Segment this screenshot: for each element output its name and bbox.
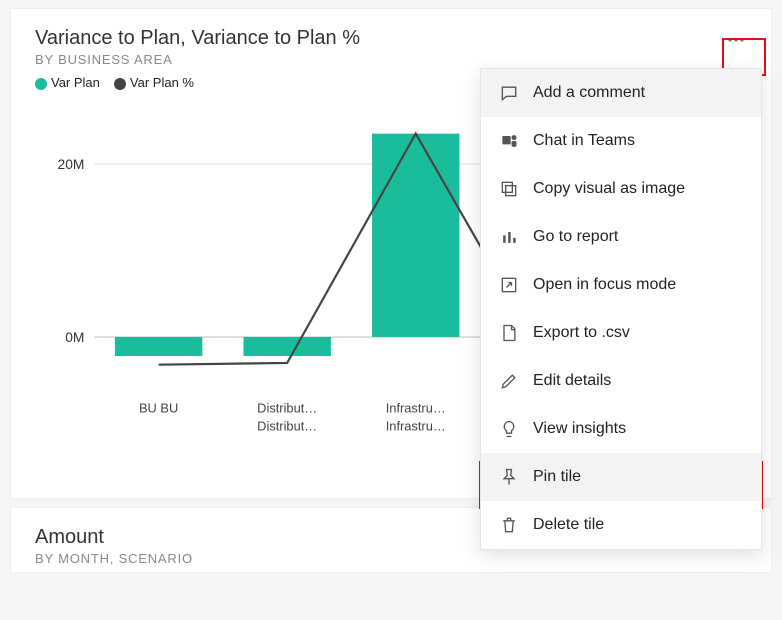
ellipsis-icon — [726, 30, 746, 50]
more-options-button[interactable] — [719, 25, 753, 55]
bar-2[interactable] — [372, 134, 459, 337]
menu-item-label: Delete tile — [533, 516, 604, 534]
menu-item-label: Copy visual as image — [533, 180, 685, 198]
pin-tile-icon — [499, 467, 519, 487]
menu-item-chat-teams[interactable]: Chat in Teams — [481, 117, 761, 165]
menu-item-view-insights[interactable]: View insights — [481, 405, 761, 453]
bar-1[interactable] — [243, 337, 330, 356]
x-tick-label: Infrastru… — [386, 418, 446, 433]
focus-mode-icon — [499, 275, 519, 295]
menu-item-pin-tile[interactable]: Pin tile — [481, 453, 761, 501]
copy-image-icon — [499, 179, 519, 199]
menu-item-label: Export to .csv — [533, 324, 630, 342]
menu-item-edit-details[interactable]: Edit details — [481, 357, 761, 405]
menu-item-label: Go to report — [533, 228, 618, 246]
tile2-subtitle: BY MONTH, SCENARIO — [35, 551, 747, 566]
goto-report-icon — [499, 227, 519, 247]
menu-item-copy-image[interactable]: Copy visual as image — [481, 165, 761, 213]
menu-item-label: Add a comment — [533, 84, 645, 102]
svg-text:20M: 20M — [58, 156, 85, 172]
x-tick-label: BU BU — [139, 401, 178, 416]
menu-item-delete-tile[interactable]: Delete tile — [481, 501, 761, 549]
menu-item-focus-mode[interactable]: Open in focus mode — [481, 261, 761, 309]
legend-swatch-1 — [35, 78, 47, 90]
svg-text:0M: 0M — [65, 329, 84, 345]
menu-item-export-csv[interactable]: Export to .csv — [481, 309, 761, 357]
menu-item-label: Pin tile — [533, 468, 581, 486]
legend-item-var-plan[interactable]: Var Plan — [35, 75, 100, 90]
edit-details-icon — [499, 371, 519, 391]
legend-item-var-plan-pct[interactable]: Var Plan % — [114, 75, 194, 90]
menu-item-label: View insights — [533, 420, 626, 438]
bar-0[interactable] — [115, 337, 202, 356]
chat-teams-icon — [499, 131, 519, 151]
x-tick-label: Distribut… — [257, 418, 317, 433]
tile-title: Variance to Plan, Variance to Plan % — [35, 27, 747, 50]
tile-subtitle: BY BUSINESS AREA — [35, 52, 747, 67]
menu-item-label: Edit details — [533, 372, 611, 390]
menu-item-goto-report[interactable]: Go to report — [481, 213, 761, 261]
view-insights-icon — [499, 419, 519, 439]
menu-item-label: Open in focus mode — [533, 276, 676, 294]
x-tick-label: Infrastru… — [386, 401, 446, 416]
tile-context-menu: Add a comment Chat in Teams Copy visual as… — [480, 68, 762, 550]
export-csv-icon — [499, 323, 519, 343]
menu-item-label: Chat in Teams — [533, 132, 635, 150]
x-tick-label: Distribut… — [257, 401, 317, 416]
legend-swatch-2 — [114, 78, 126, 90]
delete-tile-icon — [499, 515, 519, 535]
menu-item-add-comment[interactable]: Add a comment — [481, 69, 761, 117]
add-comment-icon — [499, 83, 519, 103]
